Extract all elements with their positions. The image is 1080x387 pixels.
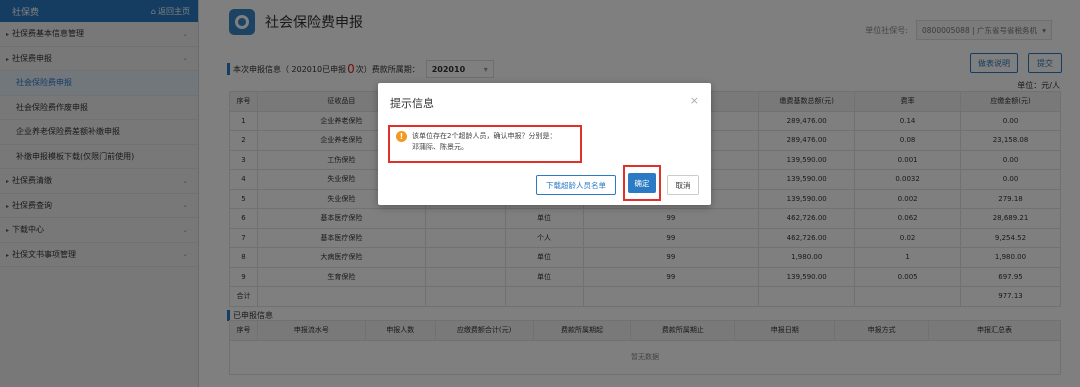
dialog-message: ! 该单位存在2个超龄人员，确认申报？分别是： 邓蒲际、陈景元。 bbox=[388, 125, 582, 163]
message-line-1: 该单位存在2个超龄人员，确认申报？分别是： bbox=[412, 132, 557, 140]
cancel-button[interactable]: 取消 bbox=[667, 175, 699, 195]
dialog-title: 提示信息 bbox=[390, 97, 434, 110]
close-icon[interactable]: × bbox=[690, 94, 699, 107]
confirm-dialog: 提示信息 × ! 该单位存在2个超龄人员，确认申报？分别是： 邓蒲际、陈景元。 … bbox=[378, 83, 711, 205]
confirm-button[interactable]: 确定 bbox=[628, 173, 656, 193]
confirm-highlight: 确定 bbox=[623, 165, 661, 201]
message-line-2: 邓蒲际、陈景元。 bbox=[412, 143, 468, 151]
download-overage-list-button[interactable]: 下载超龄人员名单 bbox=[536, 175, 616, 195]
warning-icon: ! bbox=[396, 131, 407, 142]
